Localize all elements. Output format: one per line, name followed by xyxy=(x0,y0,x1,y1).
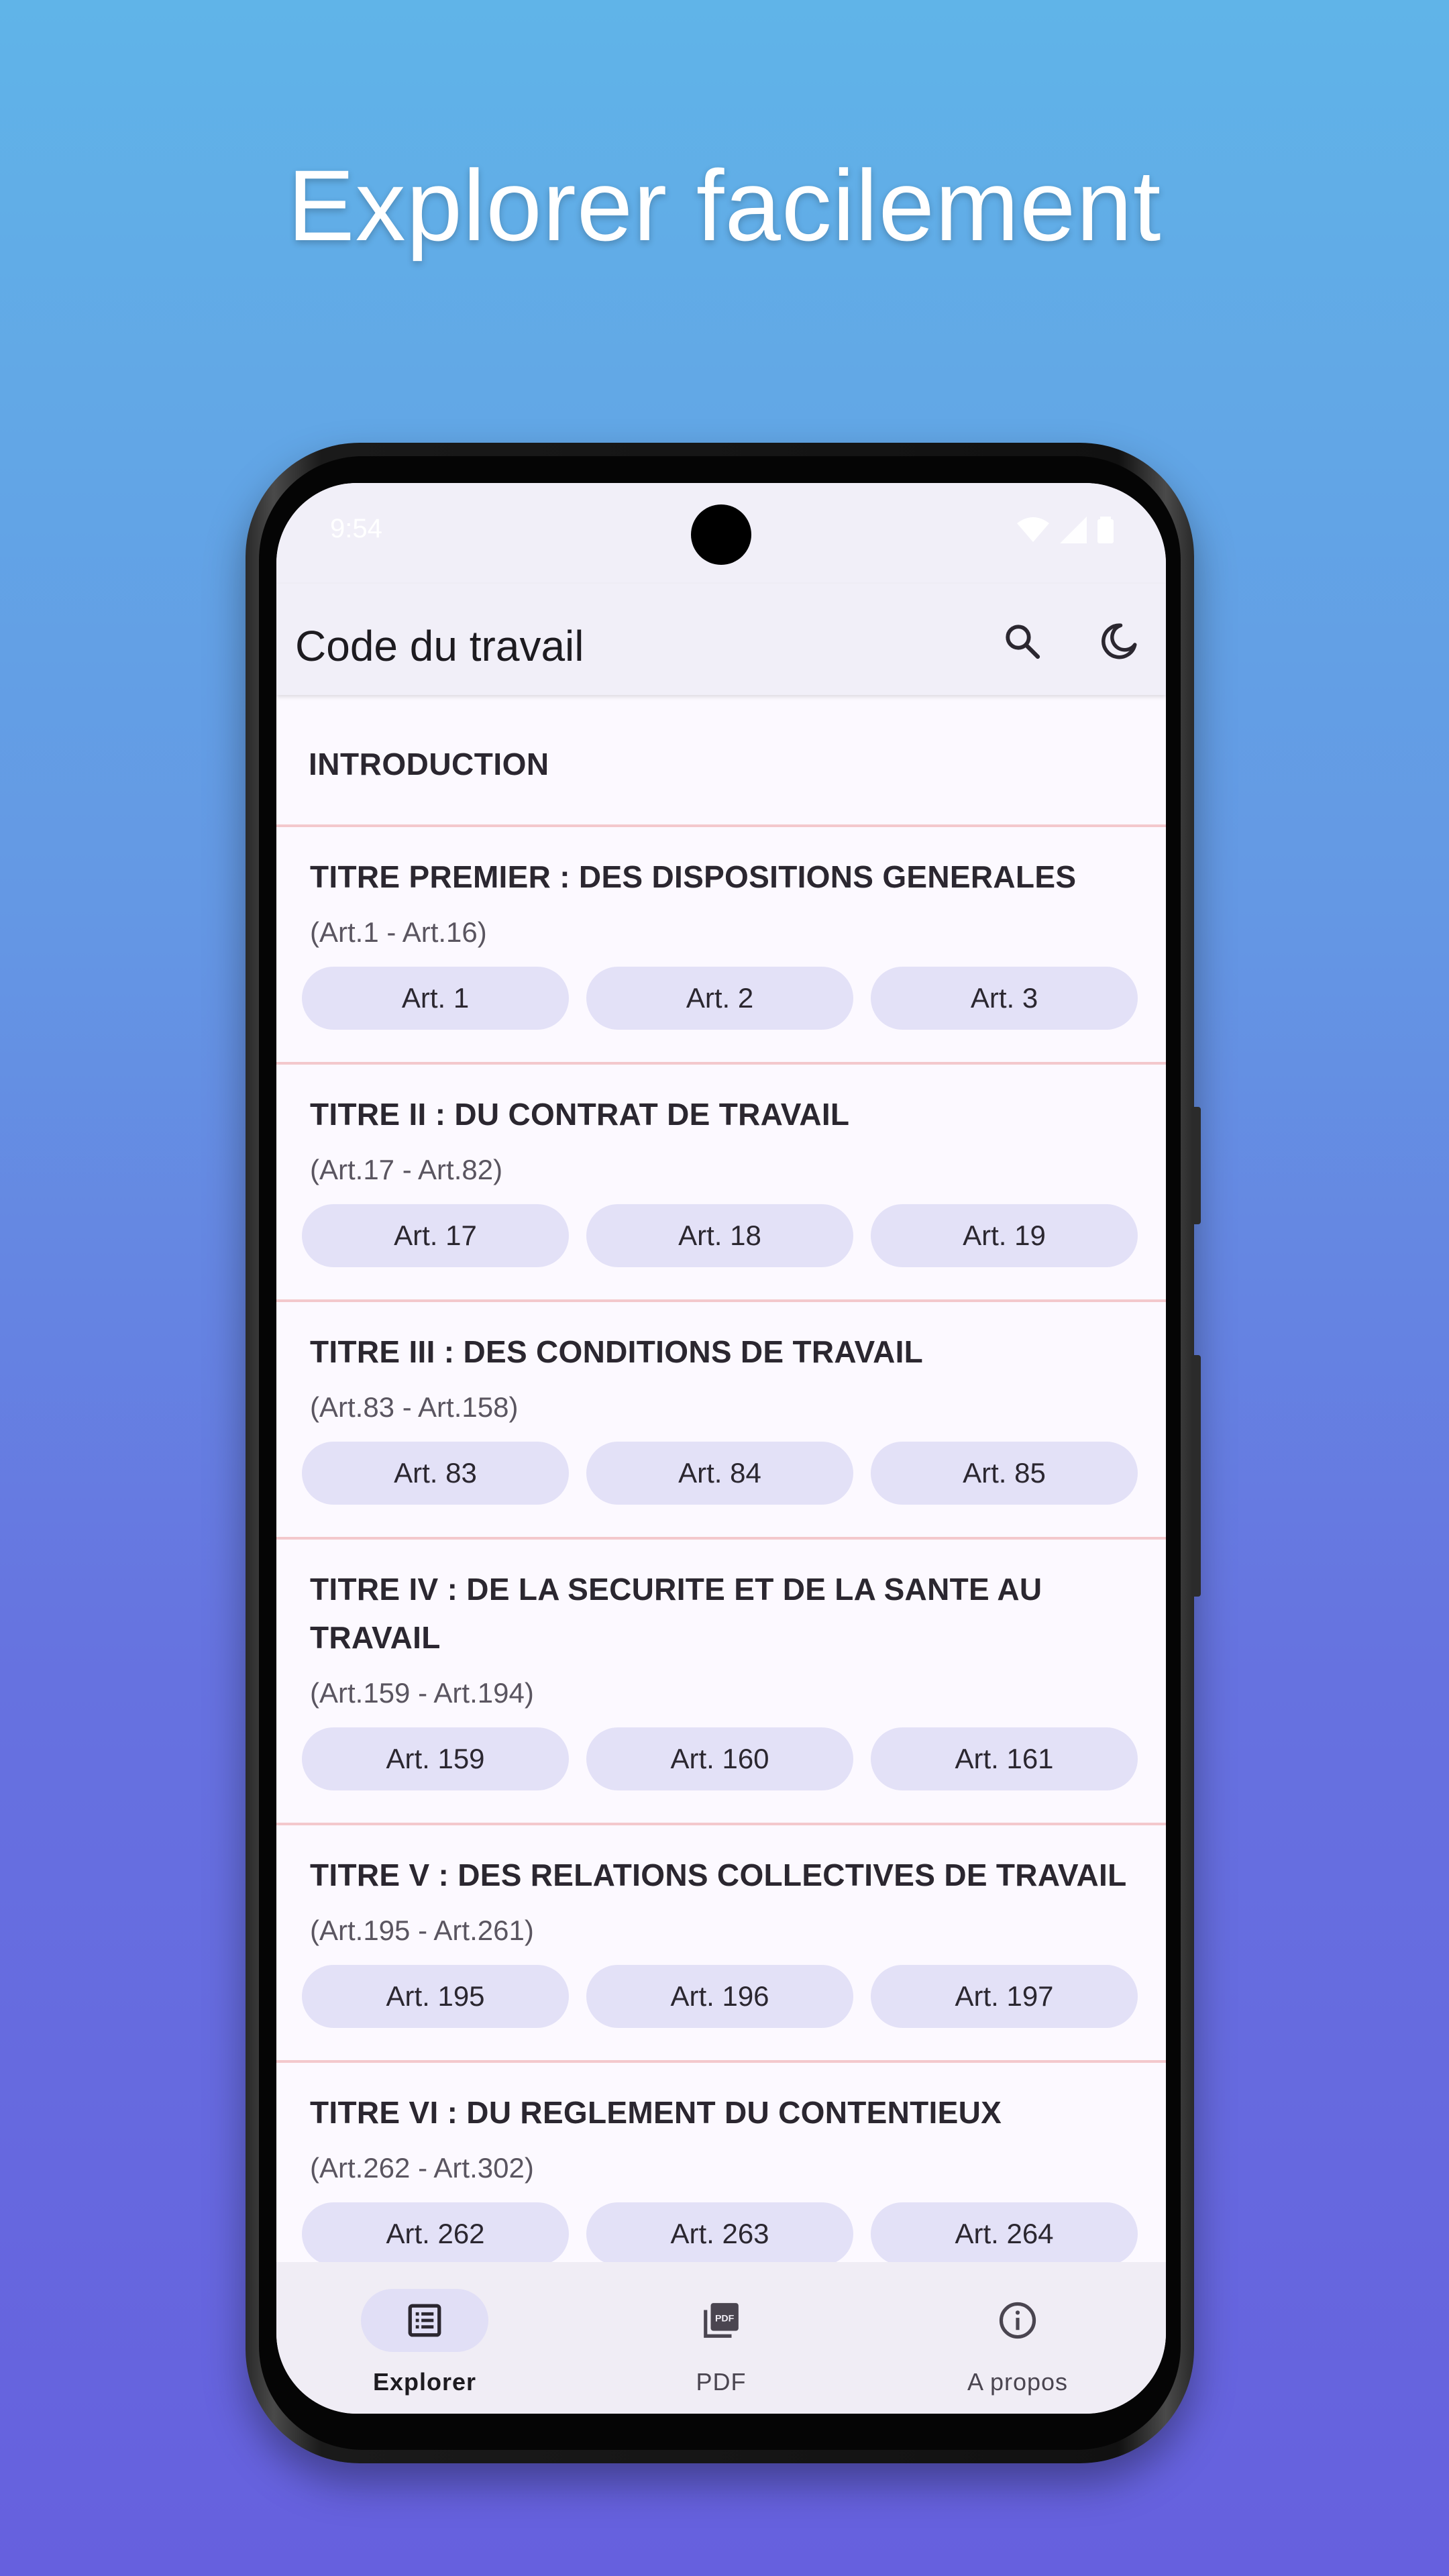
titre-section[interactable]: TITRE V : DES RELATIONS COLLECTIVES DE T… xyxy=(276,1825,1166,2063)
titre-range: (Art.17 - Art.82) xyxy=(310,1154,503,1185)
titre-range: (Art.1 - Art.16) xyxy=(310,916,487,948)
nav-explorer[interactable]: Explorer xyxy=(276,2262,573,2414)
front-camera xyxy=(691,504,751,565)
article-chip[interactable]: Art. 85 xyxy=(871,1442,1138,1505)
moon-icon xyxy=(1102,623,1137,659)
article-chip[interactable]: Art. 3 xyxy=(871,967,1138,1030)
svg-text:PDF: PDF xyxy=(715,2313,735,2324)
titre-name: TITRE III : DES CONDITIONS DE TRAVAIL xyxy=(310,1334,924,1369)
dark-mode-toggle[interactable] xyxy=(1085,608,1152,675)
signal-icon xyxy=(1060,517,1087,543)
titre-section[interactable]: TITRE III : DES CONDITIONS DE TRAVAIL (A… xyxy=(276,1302,1166,1540)
article-chip[interactable]: Art. 17 xyxy=(302,1204,569,1267)
article-chip[interactable]: Art. 18 xyxy=(586,1204,853,1267)
article-chip[interactable]: Art. 83 xyxy=(302,1442,569,1505)
article-chip[interactable]: Art. 19 xyxy=(871,1204,1138,1267)
titre-section[interactable]: TITRE IV : DE LA SECURITE ET DE LA SANTE… xyxy=(276,1540,1166,1825)
nav-pdf[interactable]: PDF PDF xyxy=(573,2262,869,2414)
list-icon xyxy=(408,2304,441,2337)
nav-label: PDF xyxy=(696,2368,747,2396)
titre-name: TITRE IV : DE LA SECURITE ET DE LA SANTE… xyxy=(310,1572,1042,1655)
article-chip[interactable]: Art. 160 xyxy=(586,1727,853,1790)
article-chip[interactable]: Art. 263 xyxy=(586,2202,853,2262)
nav-label: Explorer xyxy=(372,2368,477,2396)
article-chip[interactable]: Art. 196 xyxy=(586,1965,853,2028)
titre-section[interactable]: TITRE PREMIER : DES DISPOSITIONS GENERAL… xyxy=(276,827,1166,1065)
pdf-icon: PDF xyxy=(704,2303,739,2338)
titre-range: (Art.262 - Art.302) xyxy=(310,2152,534,2184)
article-chip[interactable]: Art. 161 xyxy=(871,1727,1138,1790)
titre-name: TITRE PREMIER : DES DISPOSITIONS GENERAL… xyxy=(310,859,1077,894)
nav-label: A propos xyxy=(967,2368,1069,2396)
info-icon xyxy=(999,2302,1036,2339)
article-chip[interactable]: Art. 1 xyxy=(302,967,569,1030)
article-chip[interactable]: Art. 197 xyxy=(871,1965,1138,2028)
article-chip[interactable]: Art. 2 xyxy=(586,967,853,1030)
article-chip[interactable]: Art. 159 xyxy=(302,1727,569,1790)
titre-name: TITRE VI : DU REGLEMENT DU CONTENTIEUX xyxy=(310,2095,1002,2130)
article-chip[interactable]: Art. 264 xyxy=(871,2202,1138,2262)
nav-about[interactable]: A propos xyxy=(869,2262,1166,2414)
titre-section[interactable]: TITRE VI : DU REGLEMENT DU CONTENTIEUX (… xyxy=(276,2063,1166,2262)
status-bar: 9:54 xyxy=(276,483,1166,584)
toc-list: INTRODUCTION TITRE PREMIER : DES DISPOSI… xyxy=(276,695,1166,2262)
volume-button xyxy=(1191,1107,1201,1224)
titre-section[interactable]: TITRE II : DU CONTRAT DE TRAVAIL (Art.17… xyxy=(276,1065,1166,1302)
intro-section[interactable]: INTRODUCTION xyxy=(276,695,1166,827)
titre-range: (Art.83 - Art.158) xyxy=(310,1391,519,1423)
article-chip[interactable]: Art. 262 xyxy=(302,2202,569,2262)
intro-label: INTRODUCTION xyxy=(309,747,549,782)
article-chip[interactable]: Art. 195 xyxy=(302,1965,569,2028)
search-button[interactable] xyxy=(989,608,1056,675)
nav-indicator: PDF xyxy=(657,2289,785,2352)
battery-icon xyxy=(1097,517,1114,543)
titre-range: (Art.195 - Art.261) xyxy=(310,1915,534,1946)
nav-indicator xyxy=(361,2289,488,2352)
bottom-navigation: Explorer PDF PDF A propos xyxy=(276,2262,1166,2414)
nav-indicator xyxy=(954,2289,1081,2352)
titre-name: TITRE V : DES RELATIONS COLLECTIVES DE T… xyxy=(310,1858,1127,1892)
app-bar: Code du travail xyxy=(276,584,1166,695)
headline: Explorer facilement xyxy=(287,149,1162,262)
phone-screen: 9:54 Code du travail INTRODUCTION TITRE … xyxy=(276,483,1166,2414)
wifi-icon xyxy=(1017,517,1049,542)
status-icons xyxy=(1017,517,1114,543)
article-chip[interactable]: Art. 84 xyxy=(586,1442,853,1505)
status-time: 9:54 xyxy=(330,514,382,543)
app-title: Code du travail xyxy=(295,622,584,670)
titre-range: (Art.159 - Art.194) xyxy=(310,1677,534,1709)
power-button xyxy=(1191,1355,1201,1597)
titre-name: TITRE II : DU CONTRAT DE TRAVAIL xyxy=(310,1097,850,1132)
search-icon xyxy=(1006,625,1040,659)
